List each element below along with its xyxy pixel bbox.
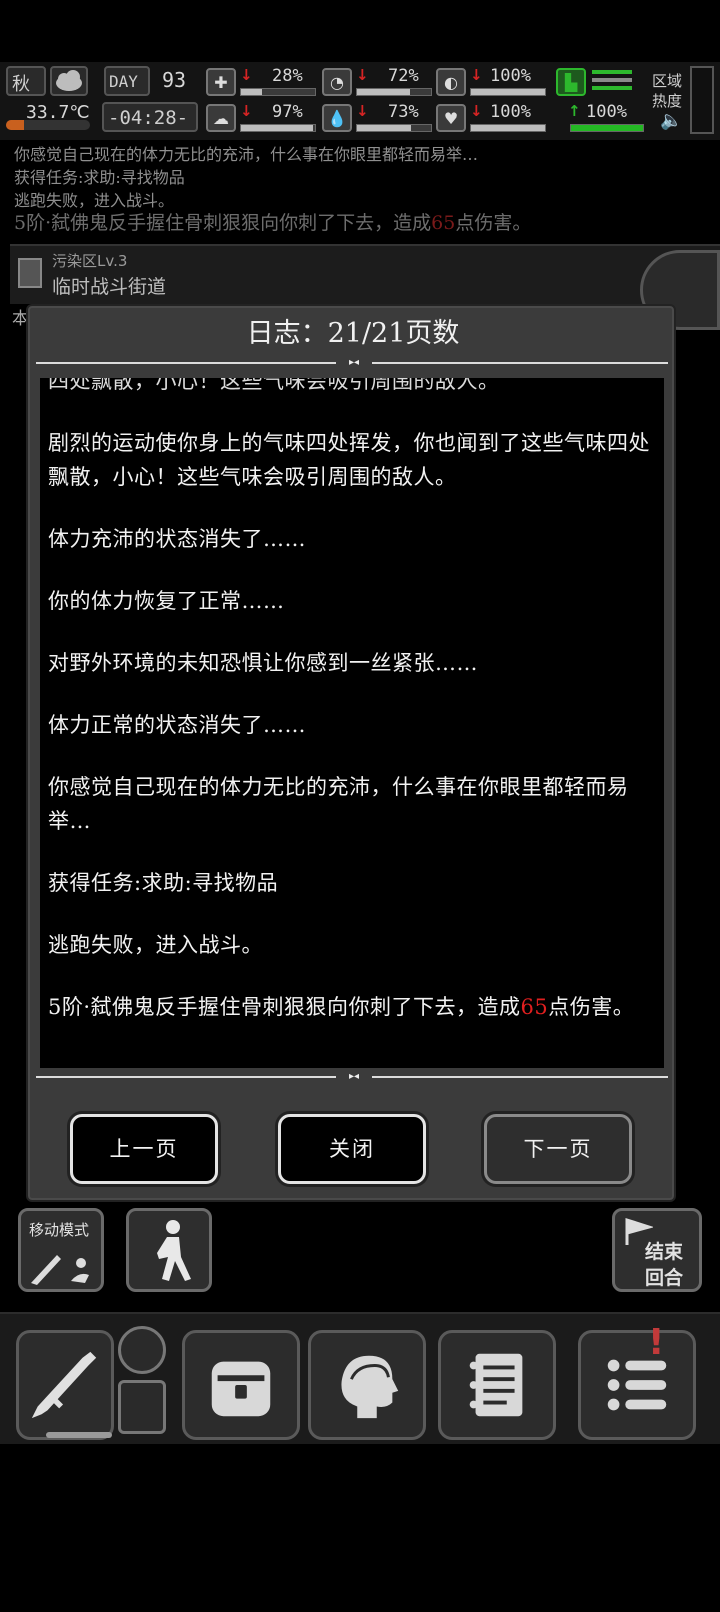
ammo-button[interactable] [118, 1380, 166, 1434]
notes-button[interactable] [438, 1330, 556, 1440]
alert-exclamation-icon: ! [648, 1322, 665, 1363]
skills-button[interactable] [308, 1330, 426, 1440]
stamina-trend-up-icon: ↑ [568, 102, 581, 120]
message-line: 获得任务:求助:寻找物品 [14, 168, 185, 187]
weather-cloud-icon [50, 66, 88, 96]
log-entry: 体力正常的状态消失了…… [48, 713, 306, 737]
season-text: 秋 [12, 74, 30, 95]
log-entry: 对野外环境的未知恐惧让你感到一丝紧张…… [48, 651, 478, 675]
stamina-value: 100% [586, 102, 627, 122]
notebook-icon [469, 1353, 523, 1417]
medkit-icon: ✚ [206, 68, 236, 96]
water-drop-icon: 💧 [322, 104, 352, 132]
move-mode-label: 移动模式 [29, 1221, 90, 1239]
thirst-value: 73% [388, 102, 419, 122]
weapon-slot[interactable] [16, 1330, 114, 1440]
stamina-bar [570, 124, 644, 132]
health-bar [240, 88, 316, 96]
close-button[interactable]: 关闭 [278, 1114, 426, 1184]
divider-ornament-icon: ▸◂ [336, 358, 372, 368]
stamina-stripes [592, 70, 632, 96]
log-entry: 剧烈的运动使你身上的气味四处挥发，你也闻到了这些气味四处飘散，小心！这些气味会吸… [48, 431, 650, 489]
armor-icon: ◐ [436, 68, 466, 96]
log-dialog: 日志：21/21页数 ▸◂ 四处飘散，小心！这些气味会吸引周围的敌人。 剧烈的运… [26, 304, 676, 1202]
zone-level: 污染区Lv.3 [52, 252, 128, 270]
zone-panel: 污染区Lv.3 临时战斗街道 [10, 244, 720, 304]
zone-heat-meter [690, 66, 714, 134]
heart-trend-down-icon: ↓ [470, 102, 483, 120]
zone-heat-label-1: 区域 [652, 72, 683, 90]
sanity-trend-down-icon: ↓ [240, 102, 253, 120]
brain-icon: ☁ [206, 104, 236, 132]
log-entry-combat: 5阶·弑佛鬼反手握住骨刺狠狠向你刺了下去，造成65点伤害。 [48, 995, 635, 1019]
end-turn-button[interactable]: 结束 回合 [612, 1208, 702, 1292]
damage-number: 65 [520, 995, 549, 1019]
rifle-icon [31, 1351, 97, 1419]
log-entry: 体力充沛的状态消失了…… [48, 527, 306, 551]
building-icon [18, 258, 42, 288]
status-hud: 秋 33.7℃ DAY 93 -04:28- ✚ ↓ 28% ◔ ↓ 72% ◐… [0, 62, 720, 140]
boot-icon: ▙ [556, 68, 586, 96]
dialog-title: 日志：21/21页数 [246, 318, 460, 349]
day-label: DAY [109, 72, 138, 91]
thirst-trend-down-icon: ↓ [356, 102, 369, 120]
hunger-bar [356, 88, 432, 96]
zone-name: 临时战斗街道 [52, 276, 167, 298]
health-trend-down-icon: ↓ [240, 66, 253, 84]
end-turn-label-2: 回合 [645, 1267, 684, 1289]
protection-trend-down-icon: ↓ [470, 66, 483, 84]
clock-box: -04:28- [102, 102, 198, 132]
sanity-bar [240, 124, 316, 132]
next-page-button[interactable]: 下一页 [484, 1114, 632, 1184]
sanity-value: 97% [272, 102, 303, 122]
heart-bar [470, 124, 546, 132]
menu-button[interactable] [578, 1330, 696, 1440]
end-turn-label-1: 结束 [645, 1241, 684, 1263]
backpack-icon [211, 1361, 271, 1417]
hunger-trend-down-icon: ↓ [356, 66, 369, 84]
walking-person-icon [157, 1220, 191, 1281]
health-value: 28% [272, 66, 303, 86]
log-entry: 逃跑失败，进入战斗。 [48, 933, 263, 957]
message-line-combat: 5阶·弑佛鬼反手握住骨刺狠狠向你刺了下去，造成65点伤害。 [14, 212, 532, 234]
log-entry: 四处飘散，小心！这些气味会吸引周围的敌人。 [48, 378, 500, 393]
log-entry: 你感觉自己现在的体力无比的充沛，什么事在你眼里都轻而易举… [48, 775, 629, 833]
heart-icon: ♥ [436, 104, 466, 132]
move-mode-icon [31, 1255, 89, 1285]
log-entry: 你的体力恢复了正常…… [48, 589, 285, 613]
bottom-toolbar [0, 1312, 720, 1444]
message-line: 你感觉自己现在的体力无比的充沛，什么事在你眼里都轻而易举… [14, 145, 479, 164]
top-divider: ▸◂ [36, 358, 668, 368]
damage-number: 65 [431, 212, 456, 234]
log-entry: 获得任务:求助:寻找物品 [48, 871, 279, 895]
fire-mode-button[interactable] [118, 1326, 166, 1374]
protection-value: 100% [490, 66, 531, 86]
inventory-button[interactable] [182, 1330, 300, 1440]
day-counter: 93 [162, 68, 187, 92]
brain-head-icon [341, 1355, 399, 1419]
stomach-icon: ◔ [322, 68, 352, 96]
speaker-icon[interactable]: 🔈 [660, 110, 682, 131]
prev-page-button[interactable]: 上一页 [70, 1114, 218, 1184]
day-label-box: DAY [104, 66, 150, 96]
weapon-durability-bar [46, 1432, 112, 1438]
protection-bar [470, 88, 546, 96]
log-scroll-area[interactable]: 四处飘散，小心！这些气味会吸引周围的敌人。 剧烈的运动使你身上的气味四处挥发，你… [40, 378, 664, 1068]
move-mode-button[interactable]: 移动模式 [18, 1208, 104, 1292]
hunger-value: 72% [388, 66, 419, 86]
walk-button[interactable] [126, 1208, 212, 1292]
bottom-divider: ▸◂ [36, 1072, 668, 1082]
clock-time: -04:28- [108, 107, 189, 129]
season-badge: 秋 [6, 66, 46, 96]
zone-heat-label-2: 热度 [652, 92, 683, 110]
divider-ornament-icon: ▸◂ [336, 1072, 372, 1082]
temperature-gauge [6, 120, 90, 130]
heart-value: 100% [490, 102, 531, 122]
message-line: 逃跑失败，进入战斗。 [14, 191, 175, 210]
thirst-bar [356, 124, 432, 132]
message-feed: 你感觉自己现在的体力无比的充沛，什么事在你眼里都轻而易举… 获得任务:求助:寻找… [14, 143, 714, 235]
